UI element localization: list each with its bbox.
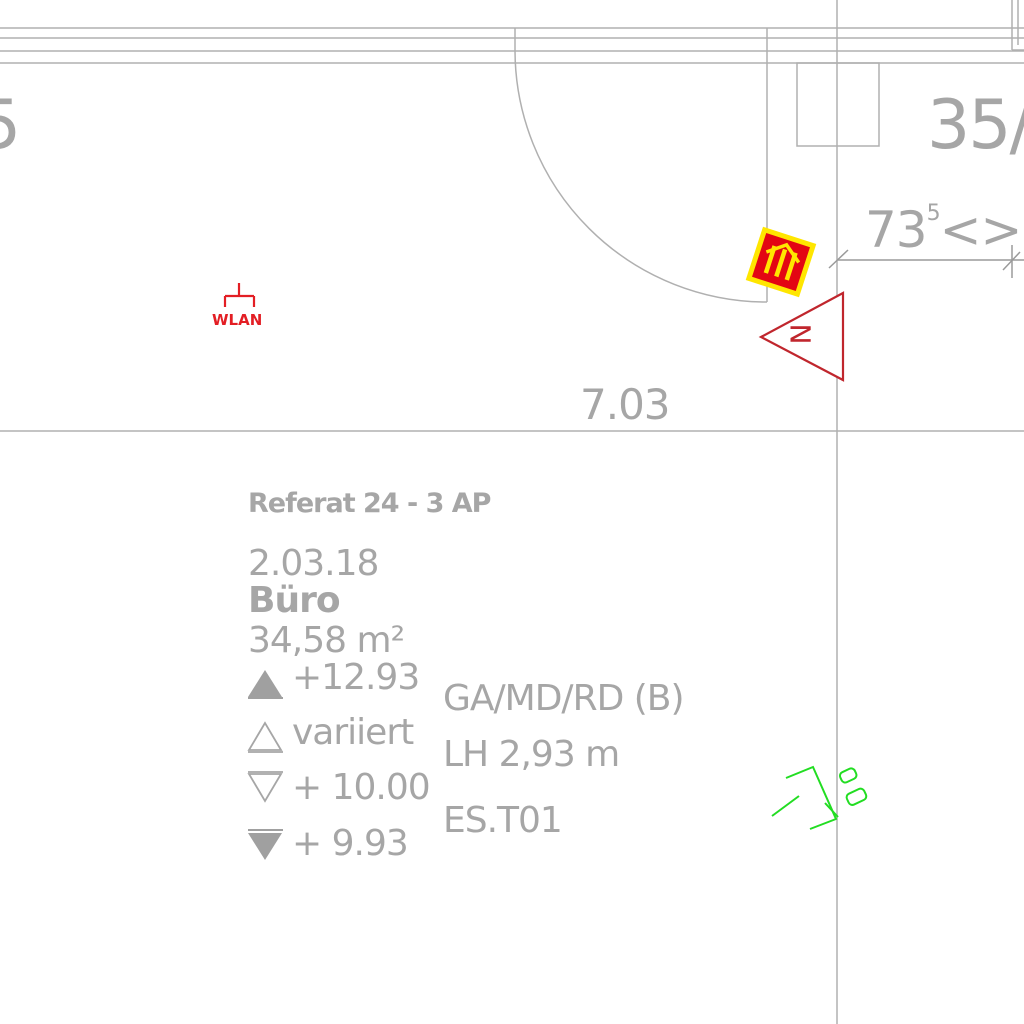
- level-finished-floor-value: + 10.00: [292, 767, 431, 808]
- room-number: 2.03.18: [248, 543, 379, 584]
- room-number-partial-right: 35/3: [927, 86, 1024, 165]
- filled-down-triangle-icon: [248, 833, 282, 860]
- filled-up-triangle-icon: [248, 670, 282, 697]
- room-uses: GA/MD/RD (B): [443, 678, 685, 719]
- room-department: Referat 24 - 3 AP: [248, 488, 491, 519]
- wlan-icon: [223, 283, 256, 307]
- level-top-value: +12.93: [292, 657, 420, 698]
- room-height-label: 7.03: [580, 380, 671, 429]
- outline-down-triangle-icon: [247, 771, 283, 803]
- dimension-suffix: <>: [939, 201, 1023, 259]
- dimension-number: 73: [865, 201, 928, 259]
- room-area: 34,58 m²: [248, 620, 405, 661]
- room-clear-height: LH 2,93 m: [443, 734, 620, 775]
- room-name: Büro: [248, 580, 341, 621]
- door-swing-arc: [514, 50, 768, 303]
- level-variable-value: variiert: [292, 712, 414, 753]
- dimension-superscript: 5: [926, 201, 941, 226]
- level-raw-floor-value: + 9.93: [292, 823, 409, 864]
- room-number-partial-left: 5: [0, 92, 21, 160]
- floor-socket-icon: [771, 765, 868, 830]
- floor-plan-drawing: [0, 0, 1024, 1024]
- dimension-value: 735<>: [865, 203, 1022, 256]
- room-floor-code: ES.T01: [443, 800, 563, 841]
- wlan-label: WLAN: [212, 311, 263, 329]
- fire-escape-sign-icon: [745, 226, 817, 298]
- north-arrow-letter: N: [784, 323, 818, 345]
- outline-up-triangle-icon: [247, 721, 283, 753]
- wall-lines: [0, 0, 1024, 1024]
